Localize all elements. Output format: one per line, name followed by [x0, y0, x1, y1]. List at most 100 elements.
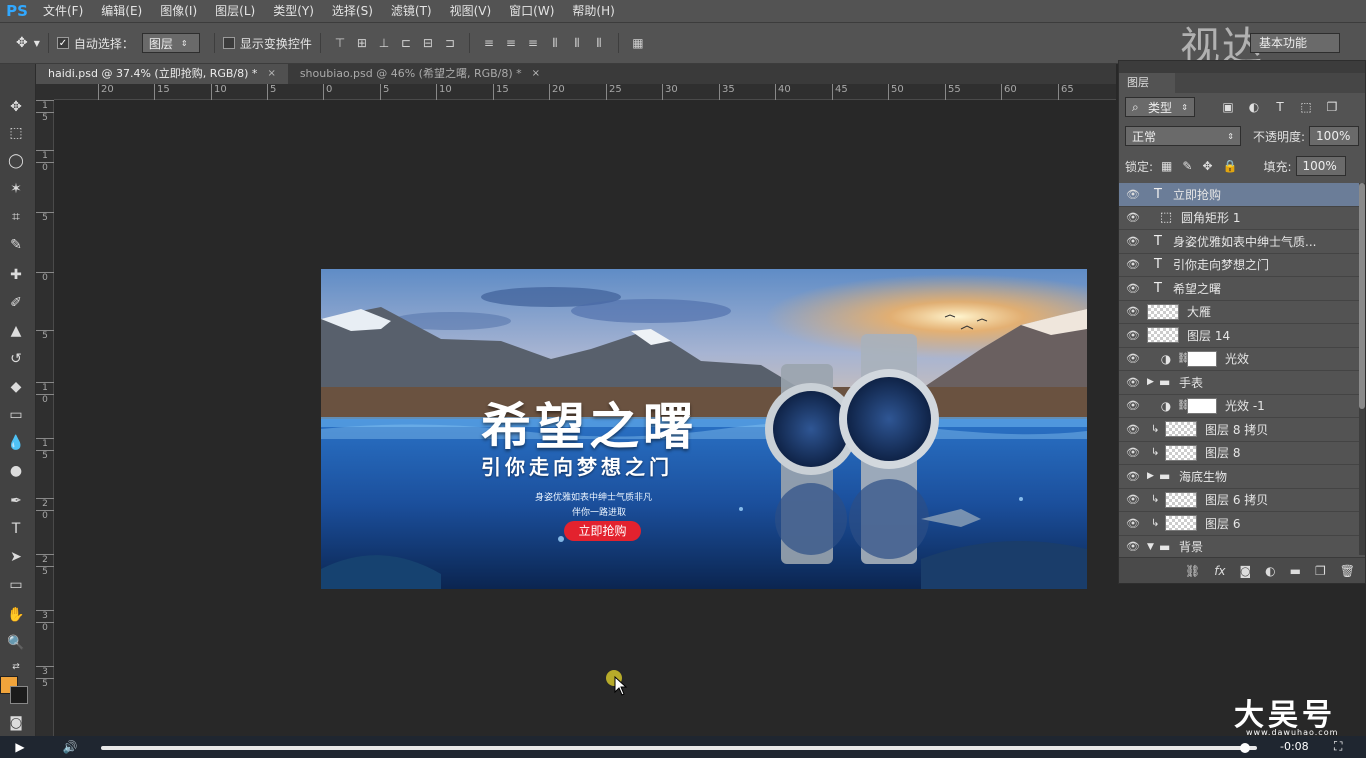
chevron-down-icon[interactable]: ▼: [1147, 542, 1159, 552]
close-icon[interactable]: ×: [532, 64, 540, 84]
filter-adjustment-icon[interactable]: ◐: [1245, 99, 1263, 115]
layer-row[interactable]: 👁 ↳ 图层 8 拷贝: [1119, 418, 1359, 442]
visibility-eye-icon[interactable]: 👁: [1119, 188, 1147, 201]
filter-type-icon[interactable]: T: [1271, 99, 1289, 115]
layer-row[interactable]: 👁 ⬚ 圆角矩形 1: [1119, 207, 1359, 230]
layer-row[interactable]: 👁 ↳ 图层 6: [1119, 512, 1359, 536]
visibility-eye-icon[interactable]: 👁: [1119, 493, 1147, 506]
tab-shoubiao[interactable]: shoubiao.psd @ 46% (希望之曙, RGB/8) * ×: [287, 64, 553, 84]
visibility-eye-icon[interactable]: 👁: [1119, 540, 1147, 553]
quick-mask-icon[interactable]: ◙: [4, 712, 28, 734]
visibility-eye-icon[interactable]: 👁: [1119, 423, 1147, 436]
layer-row[interactable]: 👁 T 身姿优雅如表中绅士气质...: [1119, 230, 1359, 254]
stamp-tool-icon[interactable]: ▲: [4, 320, 28, 342]
panel-drag-bar[interactable]: [1119, 61, 1365, 73]
visibility-eye-icon[interactable]: 👁: [1119, 329, 1147, 342]
layer-mask-thumbnail[interactable]: [1187, 397, 1217, 414]
fullscreen-icon[interactable]: ⛶: [1334, 739, 1342, 754]
progress-handle[interactable]: [1240, 743, 1251, 753]
pen-tool-icon[interactable]: ✒: [4, 490, 28, 512]
lock-pixels-icon[interactable]: ✎: [1182, 159, 1192, 173]
move-tool-preset[interactable]: ✥ ▼: [16, 35, 40, 51]
align-bottom-icon[interactable]: ⊥: [375, 35, 393, 51]
layer-row[interactable]: 👁 ▼ ▬ 背景: [1119, 536, 1359, 556]
swap-colors-icon[interactable]: ⇄: [4, 656, 28, 678]
visibility-eye-icon[interactable]: 👁: [1119, 305, 1147, 318]
auto-select-toggle[interactable]: ✓ 自动选择：: [56, 35, 134, 52]
align-hcenter-icon[interactable]: ⊟: [419, 35, 437, 51]
layer-mask-thumbnail[interactable]: [1187, 350, 1217, 367]
fx-icon[interactable]: fx: [1214, 564, 1225, 578]
menu-window[interactable]: 窗口(W): [500, 0, 563, 22]
horizontal-ruler[interactable]: 20 15 10 5 0 5 10 15 20 25 30 35 40 45 5…: [54, 84, 1116, 100]
add-mask-icon[interactable]: ◙: [1240, 564, 1252, 578]
show-transform-checkbox[interactable]: [222, 37, 235, 49]
workspace-dropdown[interactable]: 基本功能: [1250, 33, 1340, 53]
path-selection-icon[interactable]: ➤: [4, 546, 28, 568]
chevron-right-icon[interactable]: ▶: [1147, 471, 1159, 481]
hand-tool-icon[interactable]: ✋: [4, 604, 28, 626]
visibility-eye-icon[interactable]: 👁: [1119, 282, 1147, 295]
brush-tool-icon[interactable]: ✐: [4, 292, 28, 314]
visibility-eye-icon[interactable]: 👁: [1119, 258, 1147, 271]
visibility-eye-icon[interactable]: 👁: [1119, 352, 1147, 365]
layer-row[interactable]: 👁 ▶ ▬ 手表: [1119, 371, 1359, 395]
crop-tool-icon[interactable]: ⌗: [4, 206, 28, 228]
magic-wand-icon[interactable]: ✶: [4, 178, 28, 200]
visibility-eye-icon[interactable]: 👁: [1119, 235, 1147, 248]
distribute-bottom-icon[interactable]: ≡: [524, 35, 542, 51]
history-brush-icon[interactable]: ↺: [4, 348, 28, 370]
layer-row[interactable]: 👁 大雁: [1119, 301, 1359, 324]
new-group-icon[interactable]: ▬: [1290, 564, 1301, 578]
lock-all-icon[interactable]: 🔒: [1223, 159, 1238, 173]
new-layer-icon[interactable]: ❐: [1315, 564, 1326, 578]
filter-shape-icon[interactable]: ⬚: [1297, 99, 1315, 115]
lock-transparent-icon[interactable]: ▦: [1161, 159, 1172, 173]
align-left-icon[interactable]: ⊏: [397, 35, 415, 51]
move-tool-icon[interactable]: ✥: [4, 96, 28, 118]
visibility-eye-icon[interactable]: 👁: [1119, 517, 1147, 530]
blend-mode-dropdown[interactable]: 正常 ⇕: [1125, 126, 1241, 146]
menu-help[interactable]: 帮助(H): [563, 0, 623, 22]
zoom-tool-icon[interactable]: 🔍: [4, 632, 28, 654]
menu-layer[interactable]: 图层(L): [206, 0, 264, 22]
filter-pixel-icon[interactable]: ▣: [1219, 99, 1237, 115]
opacity-field[interactable]: 100%: [1309, 126, 1360, 146]
fill-field[interactable]: 100%: [1295, 156, 1346, 176]
visibility-eye-icon[interactable]: 👁: [1119, 399, 1147, 412]
align-vcenter-icon[interactable]: ⊞: [353, 35, 371, 51]
layers-scrollbar[interactable]: [1359, 183, 1365, 555]
layer-row[interactable]: 👁 ◑ ⛓ 光效 -1: [1119, 395, 1359, 418]
volume-icon[interactable]: 🔊: [58, 740, 82, 754]
layer-row[interactable]: 👁 T 引你走向梦想之门: [1119, 254, 1359, 277]
visibility-eye-icon[interactable]: 👁: [1119, 446, 1147, 459]
gradient-tool-icon[interactable]: ▭: [4, 404, 28, 426]
visibility-eye-icon[interactable]: 👁: [1119, 376, 1147, 389]
auto-select-target-dropdown[interactable]: 图层 ⇕: [141, 33, 200, 53]
layer-row[interactable]: 👁 ↳ 图层 6 拷贝: [1119, 489, 1359, 512]
menu-edit[interactable]: 编辑(E): [92, 0, 151, 22]
ruler-origin[interactable]: [36, 84, 54, 100]
layer-row[interactable]: 👁 ↳ 图层 8: [1119, 442, 1359, 465]
distribute-hcenter-icon[interactable]: ⦀: [568, 35, 586, 51]
menu-type[interactable]: 类型(Y): [264, 0, 323, 22]
menu-image[interactable]: 图像(I): [151, 0, 206, 22]
tab-layers[interactable]: 图层: [1119, 73, 1175, 93]
visibility-eye-icon[interactable]: 👁: [1119, 211, 1147, 224]
distribute-right-icon[interactable]: ⦀: [590, 35, 608, 51]
marquee-tool-icon[interactable]: ⬚: [4, 122, 28, 144]
background-color-swatch[interactable]: [10, 686, 28, 704]
blur-tool-icon[interactable]: 💧: [4, 432, 28, 454]
dodge-tool-icon[interactable]: ●: [4, 460, 28, 482]
healing-brush-icon[interactable]: ✚: [4, 264, 28, 286]
menu-file[interactable]: 文件(F): [34, 0, 92, 22]
distribute-top-icon[interactable]: ≡: [480, 35, 498, 51]
auto-select-checkbox[interactable]: ✓: [56, 37, 69, 49]
align-right-icon[interactable]: ⊐: [441, 35, 459, 51]
mask-link-icon[interactable]: ⛓: [1177, 400, 1190, 411]
close-icon[interactable]: ×: [267, 64, 275, 84]
distribute-vcenter-icon[interactable]: ≡: [502, 35, 520, 51]
lock-position-icon[interactable]: ✥: [1202, 159, 1212, 173]
scrollbar-thumb[interactable]: [1359, 183, 1365, 409]
layer-row[interactable]: 👁 T 希望之曙: [1119, 277, 1359, 301]
